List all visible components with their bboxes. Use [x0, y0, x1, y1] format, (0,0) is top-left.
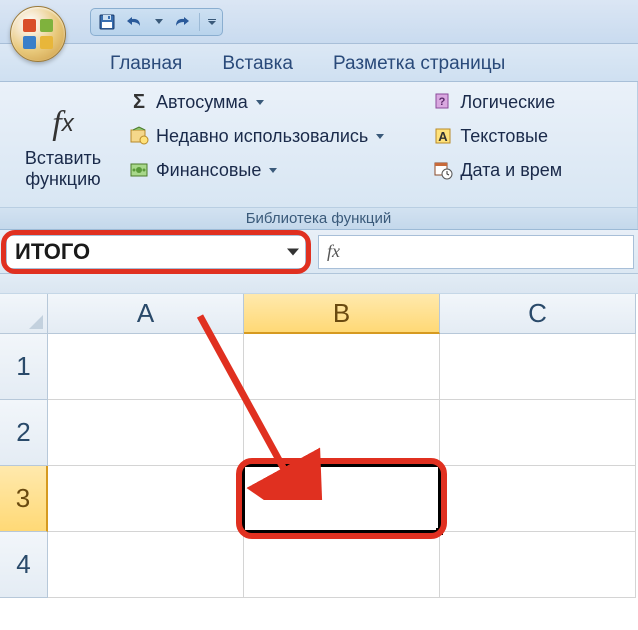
save-icon	[99, 14, 115, 30]
office-logo-icon	[23, 19, 53, 49]
svg-text:A: A	[439, 129, 449, 144]
qat-separator	[199, 13, 200, 31]
financial-icon	[128, 159, 150, 181]
logical-icon: ?	[432, 91, 454, 113]
name-box[interactable]: ИТОГО	[6, 235, 306, 269]
undo-button[interactable]	[125, 12, 145, 32]
svg-text:?: ?	[439, 96, 446, 108]
sigma-icon: Σ	[128, 91, 150, 113]
select-all-corner[interactable]	[0, 294, 48, 334]
grid-row-4: 4	[0, 532, 638, 598]
annotation-highlight-cell	[236, 458, 447, 539]
cell-c2[interactable]	[440, 400, 636, 466]
ribbon-group-function-library: fx Вставить функцию Σ Автосумма Недавно …	[0, 82, 638, 229]
tab-insert[interactable]: Вставка	[202, 45, 313, 81]
cell-a3[interactable]	[48, 466, 244, 532]
quick-access-toolbar	[90, 8, 223, 36]
cell-b4[interactable]	[244, 532, 440, 598]
cell-a1[interactable]	[48, 334, 244, 400]
logical-button[interactable]: ? Логические	[428, 88, 566, 116]
grid-row-1: 1	[0, 334, 638, 400]
cell-c4[interactable]	[440, 532, 636, 598]
undo-dropdown-icon[interactable]	[155, 19, 163, 24]
row-header-4[interactable]: 4	[0, 532, 48, 598]
tab-page-layout[interactable]: Разметка страницы	[313, 45, 525, 81]
row-header-1[interactable]: 1	[0, 334, 48, 400]
column-header-b[interactable]: B	[244, 294, 440, 334]
cell-b3[interactable]	[244, 466, 440, 532]
name-box-wrap: ИТОГО	[6, 235, 306, 269]
formula-bar[interactable]: fx	[318, 235, 634, 269]
logical-label: Логические	[460, 92, 555, 113]
active-cell-outline	[242, 464, 441, 533]
spacer-strip	[0, 274, 638, 294]
datetime-icon	[432, 159, 454, 181]
recently-used-label: Недавно использовались	[156, 126, 368, 147]
autosum-label: Автосумма	[156, 92, 248, 113]
chevron-down-icon	[376, 134, 384, 139]
cell-b1[interactable]	[244, 334, 440, 400]
undo-icon	[126, 15, 144, 29]
datetime-label: Дата и врем	[460, 160, 562, 181]
column-header-c[interactable]: C	[440, 294, 636, 334]
row-header-3[interactable]: 3	[0, 466, 48, 532]
ribbon: fx Вставить функцию Σ Автосумма Недавно …	[0, 82, 638, 230]
column-header-row: A B C	[0, 294, 638, 334]
formula-bar-row: ИТОГО fx	[0, 230, 638, 274]
ribbon-group-label: Библиотека функций	[0, 207, 637, 229]
fill-handle[interactable]	[436, 528, 443, 535]
datetime-button[interactable]: Дата и врем	[428, 156, 566, 184]
text-button[interactable]: A Текстовые	[428, 122, 566, 150]
redo-icon	[172, 15, 190, 29]
text-label: Текстовые	[460, 126, 548, 147]
grid-row-2: 2	[0, 400, 638, 466]
fx-icon: fx	[39, 104, 87, 144]
tab-home[interactable]: Главная	[90, 45, 202, 81]
chevron-down-icon[interactable]	[287, 248, 299, 255]
ribbon-tabs: Главная Вставка Разметка страницы	[0, 44, 638, 82]
recent-icon	[128, 125, 150, 147]
title-bar	[0, 0, 638, 44]
financial-button[interactable]: Финансовые	[124, 156, 388, 184]
save-button[interactable]	[97, 12, 117, 32]
chevron-down-icon	[256, 100, 264, 105]
qat-customize-button[interactable]	[208, 19, 216, 25]
cell-c1[interactable]	[440, 334, 636, 400]
spreadsheet-grid[interactable]: A B C 1 2 3 4	[0, 294, 638, 598]
text-icon: A	[432, 125, 454, 147]
column-header-a[interactable]: A	[48, 294, 244, 334]
fx-label-icon[interactable]: fx	[327, 241, 340, 262]
recently-used-button[interactable]: Недавно использовались	[124, 122, 388, 150]
cell-a4[interactable]	[48, 532, 244, 598]
chevron-down-icon	[269, 168, 277, 173]
autosum-button[interactable]: Σ Автосумма	[124, 88, 388, 116]
grid-row-3: 3	[0, 466, 638, 532]
name-box-value: ИТОГО	[15, 239, 90, 265]
insert-function-button[interactable]: fx Вставить функцию	[8, 88, 118, 205]
cell-a2[interactable]	[48, 400, 244, 466]
insert-function-label-2: функцию	[25, 169, 100, 189]
cell-c3[interactable]	[440, 466, 636, 532]
office-button[interactable]	[10, 6, 66, 62]
row-header-2[interactable]: 2	[0, 400, 48, 466]
financial-label: Финансовые	[156, 160, 261, 181]
redo-button[interactable]	[171, 12, 191, 32]
cell-b2[interactable]	[244, 400, 440, 466]
insert-function-label-1: Вставить	[25, 148, 101, 168]
